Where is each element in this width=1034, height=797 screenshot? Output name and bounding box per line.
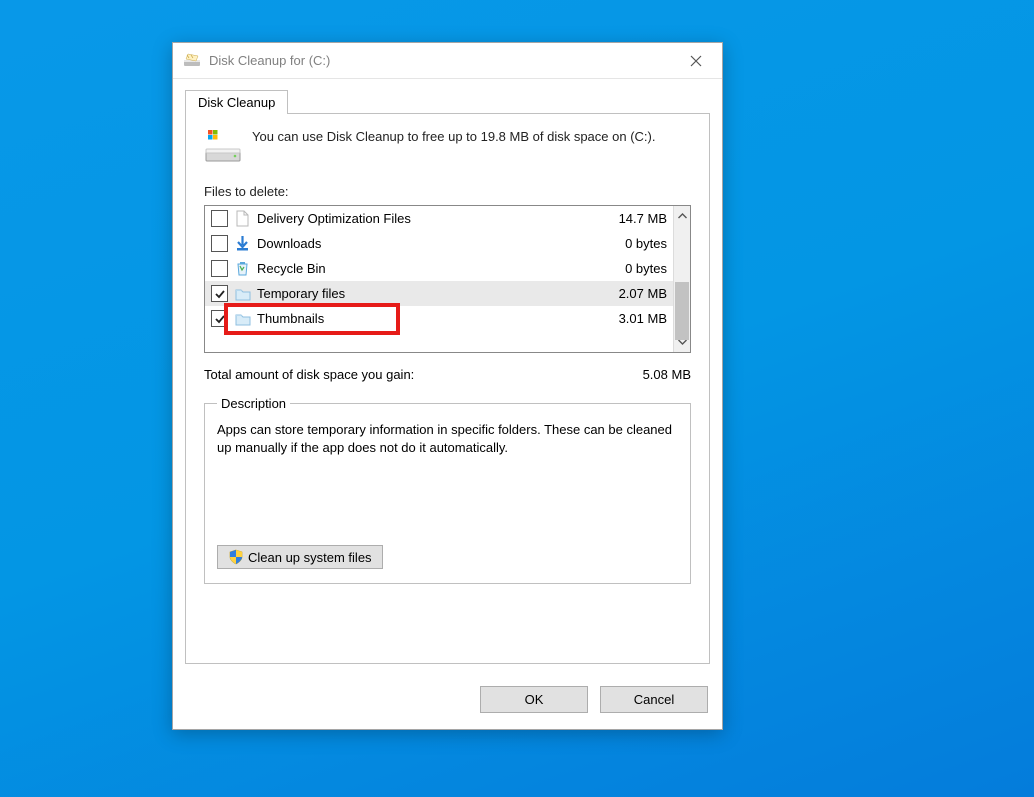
info-text: You can use Disk Cleanup to free up to 1…: [252, 128, 655, 146]
recycle-icon: [234, 260, 251, 277]
file-list-scrollbar[interactable]: [673, 206, 690, 352]
file-list: Delivery Optimization Files14.7 MBDownlo…: [204, 205, 691, 353]
file-checkbox[interactable]: [211, 210, 228, 227]
disk-cleanup-icon: [183, 52, 201, 70]
file-size: 3.01 MB: [589, 311, 667, 326]
clean-button-label: Clean up system files: [248, 550, 372, 565]
drive-icon: [204, 128, 242, 166]
description-text: Apps can store temporary information in …: [217, 421, 678, 529]
ok-button[interactable]: OK: [480, 686, 588, 713]
titlebar: Disk Cleanup for (C:): [173, 43, 722, 79]
window-title: Disk Cleanup for (C:): [209, 53, 674, 68]
clean-up-system-files-button[interactable]: Clean up system files: [217, 545, 383, 569]
tab-disk-cleanup[interactable]: Disk Cleanup: [185, 90, 288, 114]
cancel-button[interactable]: Cancel: [600, 686, 708, 713]
total-value: 5.08 MB: [611, 367, 691, 382]
file-size: 14.7 MB: [589, 211, 667, 226]
file-row[interactable]: Delivery Optimization Files14.7 MB: [205, 206, 673, 231]
file-name: Delivery Optimization Files: [257, 211, 589, 226]
dialog-button-row: OK Cancel: [173, 676, 722, 729]
file-row[interactable]: Temporary files2.07 MB: [205, 281, 673, 306]
disk-cleanup-window: Disk Cleanup for (C:) Disk Cleanup: [172, 42, 723, 730]
scroll-track[interactable]: [674, 226, 690, 332]
info-row: You can use Disk Cleanup to free up to 1…: [204, 128, 691, 166]
description-group: Description Apps can store temporary inf…: [204, 396, 691, 584]
description-legend: Description: [217, 396, 290, 411]
file-checkbox[interactable]: [211, 260, 228, 277]
folder-icon: [234, 285, 251, 302]
file-checkbox[interactable]: [211, 310, 228, 327]
tab-panel: You can use Disk Cleanup to free up to 1…: [185, 113, 710, 664]
shield-icon: [228, 549, 244, 565]
file-name: Thumbnails: [257, 311, 589, 326]
scroll-thumb[interactable]: [675, 282, 689, 340]
file-size: 2.07 MB: [589, 286, 667, 301]
file-checkbox[interactable]: [211, 285, 228, 302]
file-icon: [234, 210, 251, 227]
client-area: Disk Cleanup: [173, 79, 722, 729]
file-row[interactable]: Recycle Bin0 bytes: [205, 256, 673, 281]
total-row: Total amount of disk space you gain: 5.0…: [204, 367, 691, 382]
file-size: 0 bytes: [589, 236, 667, 251]
folder-icon: [234, 310, 251, 327]
file-checkbox[interactable]: [211, 235, 228, 252]
file-name: Downloads: [257, 236, 589, 251]
file-name: Temporary files: [257, 286, 589, 301]
files-to-delete-label: Files to delete:: [204, 184, 691, 199]
file-size: 0 bytes: [589, 261, 667, 276]
file-name: Recycle Bin: [257, 261, 589, 276]
file-row[interactable]: Thumbnails3.01 MB: [205, 306, 673, 331]
tab-strip: Disk Cleanup: [173, 89, 722, 113]
download-icon: [234, 235, 251, 252]
scroll-up-button[interactable]: [674, 206, 690, 226]
total-label: Total amount of disk space you gain:: [204, 367, 611, 382]
file-row[interactable]: Downloads0 bytes: [205, 231, 673, 256]
close-button[interactable]: [674, 46, 718, 76]
